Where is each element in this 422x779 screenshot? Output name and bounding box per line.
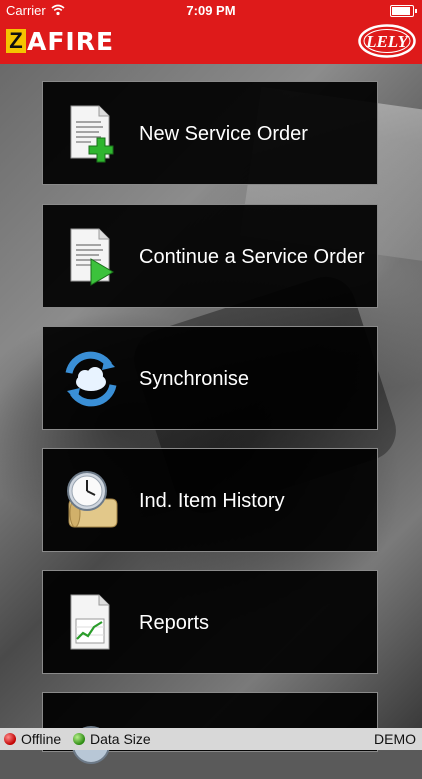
status-bar: Carrier 7:09 PM [0, 0, 422, 22]
app-header: Carrier 7:09 PM Z AFIRE LELY [0, 0, 422, 64]
brand-text: AFIRE [27, 26, 115, 56]
menu-label-reports: Reports [139, 612, 210, 634]
reports-button[interactable]: Reports [42, 570, 378, 674]
brand-z: Z [6, 29, 26, 53]
offline-label: Offline [21, 731, 62, 747]
synchronise-button[interactable]: Synchronise [42, 326, 378, 430]
demo-mode-label: DEMO [374, 731, 416, 747]
sync-cloud-icon [65, 351, 117, 407]
report-chart-icon [70, 594, 110, 650]
menu-label-new-service-order: New Service Order [139, 123, 308, 145]
document-add-icon [70, 105, 114, 163]
document-play-icon [70, 228, 114, 286]
clock-scroll-icon [67, 471, 118, 528]
lely-logo-text: LELY [365, 32, 409, 51]
clock: 7:09 PM [186, 3, 236, 18]
offline-indicator-icon [4, 733, 16, 745]
lely-logo: LELY [358, 24, 416, 58]
status-footer: Offline Data Size DEMO [0, 728, 422, 750]
data-size-indicator-icon [73, 733, 85, 745]
item-history-button[interactable]: Ind. Item History [42, 448, 378, 552]
menu-label-synchronise: Synchronise [139, 368, 250, 390]
new-service-order-button[interactable]: New Service Order [42, 81, 378, 185]
battery-icon [390, 5, 417, 17]
zafire-logo: Z AFIRE [6, 26, 115, 56]
data-size-label[interactable]: Data Size [90, 731, 151, 747]
menu-label-continue-service-order: Continue a Service Order [139, 246, 365, 268]
continue-service-order-button[interactable]: Continue a Service Order [42, 204, 378, 308]
menu-label-item-history: Ind. Item History [139, 490, 285, 512]
